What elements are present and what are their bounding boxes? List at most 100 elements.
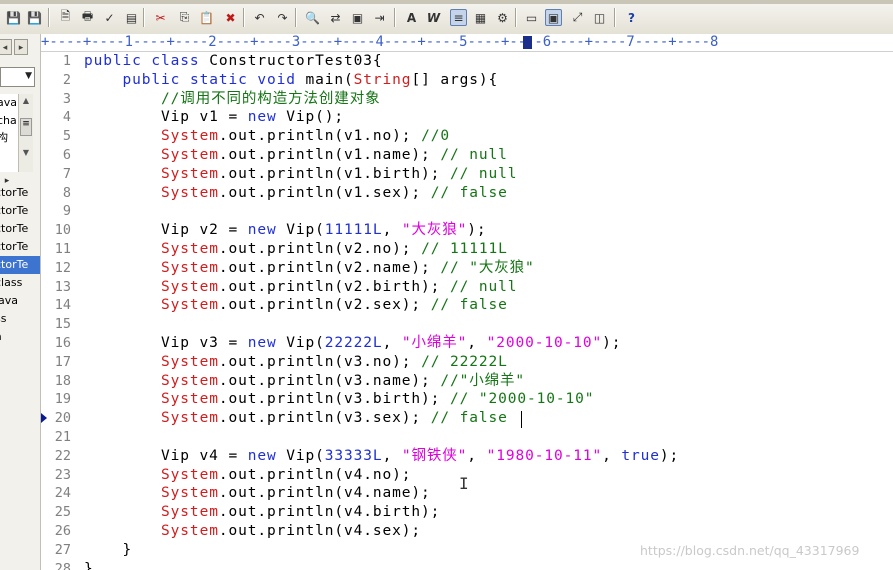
file-list[interactable]: ctorTectorTectorTectorTectorTeclassjavas… <box>0 184 40 346</box>
copy-button[interactable]: ⎘ <box>176 9 193 26</box>
scroll-down-icon[interactable]: ▼ <box>19 146 33 160</box>
line-number: 13 <box>54 278 71 295</box>
word-wrap-button[interactable]: W <box>425 9 442 26</box>
code-line[interactable]: 1 public class ConstructorTest03{ <box>41 52 893 71</box>
code-token: 22222L <box>324 334 383 351</box>
cut-button[interactable]: ✂ <box>152 9 169 26</box>
code-line[interactable]: 28} <box>41 560 893 570</box>
file-list-item[interactable]: ctorTe <box>0 238 40 256</box>
column-mode-button[interactable]: ▦ <box>472 9 489 26</box>
print-preview-button[interactable]: 🗎 <box>57 9 74 26</box>
code-line[interactable]: 21 <box>41 428 893 447</box>
delete-button[interactable]: ✖ <box>222 9 239 26</box>
scroll-up-icon[interactable]: ▲ <box>19 94 33 108</box>
redo-icon: ↷ <box>277 10 288 25</box>
scroll-thumb[interactable]: ≡ <box>20 118 32 136</box>
code-text: System.out.println(v3.name); //"小绵羊" <box>84 372 525 391</box>
redo-button[interactable]: ↷ <box>274 9 291 26</box>
code-line[interactable]: 19 System.out.println(v3.birth); // "200… <box>41 390 893 409</box>
code-line[interactable]: 8 System.out.println(v1.sex); // false <box>41 184 893 203</box>
goto-button[interactable]: ⇥ <box>371 9 388 26</box>
code-text: System.out.println(v3.birth); // "2000-1… <box>84 390 594 409</box>
file-list-item[interactable]: ctorTe <box>0 256 40 274</box>
code-line[interactable]: 18 System.out.println(v3.name); //"小绵羊" <box>41 372 893 391</box>
view-layout-button[interactable]: ▣ <box>545 9 562 26</box>
code-line[interactable]: 10 Vip v2 = new Vip(11111L, "大灰狼"); <box>41 221 893 240</box>
drive-select[interactable]: ▼ <box>0 67 35 87</box>
code-line[interactable]: 22 Vip v4 = new Vip(33333L, "钢铁侠", "1980… <box>41 447 893 466</box>
replace-button[interactable]: ⇄ <box>327 9 344 26</box>
code-line[interactable]: 3 //调用不同的构造方法创建对象 <box>41 90 893 109</box>
page-setup-button[interactable]: ▤ <box>123 9 140 26</box>
code-token: ConstructorTest03{ <box>209 53 383 69</box>
code-token: System <box>161 240 219 257</box>
code-line[interactable]: 12 System.out.println(v2.name); // "大灰狼" <box>41 259 893 278</box>
undo-button[interactable]: ↶ <box>251 9 268 26</box>
file-list-item[interactable]: a <box>0 328 40 346</box>
code-token: .out.println(v2.sex); <box>218 297 431 314</box>
help-icon: ? <box>628 10 635 25</box>
code-line[interactable]: 13 System.out.println(v2.birth); // null <box>41 278 893 297</box>
code-line[interactable]: 2 public static void main(String[] args)… <box>41 71 893 90</box>
view-browser-icon: ◫ <box>593 10 606 25</box>
code-line[interactable]: 9 <box>41 202 893 221</box>
folder-tree-scrollbar[interactable]: ▲ ≡ ▼ <box>18 94 33 172</box>
code-line[interactable]: 4 Vip v1 = new Vip(); <box>41 108 893 127</box>
code-line[interactable]: 14 System.out.println(v2.sex); // false <box>41 296 893 315</box>
code-line[interactable]: 15 <box>41 315 893 334</box>
find-in-files-button[interactable]: ▣ <box>349 9 366 26</box>
code-line[interactable]: 11 System.out.println(v2.no); // 11111L <box>41 240 893 259</box>
nav-prev-button[interactable]: ◂ <box>0 39 12 55</box>
help-button[interactable]: ? <box>623 9 640 26</box>
code-line[interactable]: 7 System.out.println(v1.birth); // null <box>41 165 893 184</box>
code-token: "钢铁侠" <box>401 447 468 464</box>
line-numbers-button[interactable]: ≡ <box>450 9 467 26</box>
nav-next-button[interactable]: ▸ <box>14 39 28 55</box>
spell-check-button[interactable]: ✓ <box>101 9 118 26</box>
spell-check-icon: ✓ <box>104 10 115 25</box>
paste-button[interactable]: 📋 <box>198 9 215 26</box>
file-list-item[interactable]: ctorTe <box>0 202 40 220</box>
replace-icon: ⇄ <box>330 10 341 25</box>
print-button[interactable]: 🖶 <box>79 9 96 26</box>
code-line[interactable]: 26 System.out.println(v4.sex); <box>41 522 893 541</box>
code-token: "大灰狼" <box>401 222 468 239</box>
code-token: Vip v3 = <box>84 334 248 351</box>
file-list-item[interactable]: ss <box>0 310 40 328</box>
code-line[interactable]: 25 System.out.println(v4.birth); <box>41 503 893 522</box>
code-token: .out.println(v4.name); <box>218 485 431 502</box>
file-list-item[interactable]: ctorTe <box>0 184 40 202</box>
code-line[interactable]: 16 Vip v3 = new Vip(22222L, "小绵羊", "2000… <box>41 334 893 353</box>
line-number: 1 <box>62 53 71 69</box>
view-normal-button[interactable]: ▭ <box>523 9 540 26</box>
save-button[interactable]: 💾 <box>5 9 22 26</box>
code-token: .out.println(v3.sex); <box>218 410 431 427</box>
code-line[interactable]: 20 System.out.println(v3.sex); // false <box>41 409 893 428</box>
font-button[interactable]: A <box>403 9 420 26</box>
settings-button[interactable]: ⚙ <box>494 9 511 26</box>
code-line[interactable]: 5 System.out.println(v1.no); //0 <box>41 127 893 146</box>
line-number: 3 <box>62 90 71 107</box>
file-list-item[interactable]: class <box>0 274 40 292</box>
file-list-item[interactable]: ctorTe <box>0 220 40 238</box>
line-number: 23 <box>54 466 71 483</box>
code-token: , <box>382 447 402 464</box>
find-button[interactable]: 🔍 <box>304 9 321 26</box>
code-line[interactable]: 6 System.out.println(v1.name); // null <box>41 146 893 165</box>
code-text: System.out.println(v4.birth); <box>84 503 440 522</box>
save-all-button[interactable]: 💾 <box>26 9 43 26</box>
view-browser-button[interactable]: ◫ <box>591 9 608 26</box>
line-number: 8 <box>62 184 71 201</box>
view-fullscreen-button[interactable]: ⤢ <box>569 9 586 26</box>
toolbar: 💾 💾 🗎 🖶 ✓ ▤ ✂ ⎘ 📋 ✖ ↶ ↷ 🔍 ⇄ ▣ ⇥ A W ≡ ▦ ⚙ ▭ ▣ ⤢ ◫? <box>0 0 893 35</box>
code-line[interactable]: 17 System.out.println(v3.no); // 22222L <box>41 353 893 372</box>
line-number: 26 <box>54 522 71 539</box>
file-list-item[interactable]: java <box>0 292 40 310</box>
code-token: //调用不同的构造方法创建对象 <box>161 90 381 107</box>
line-number: 5 <box>62 128 71 145</box>
